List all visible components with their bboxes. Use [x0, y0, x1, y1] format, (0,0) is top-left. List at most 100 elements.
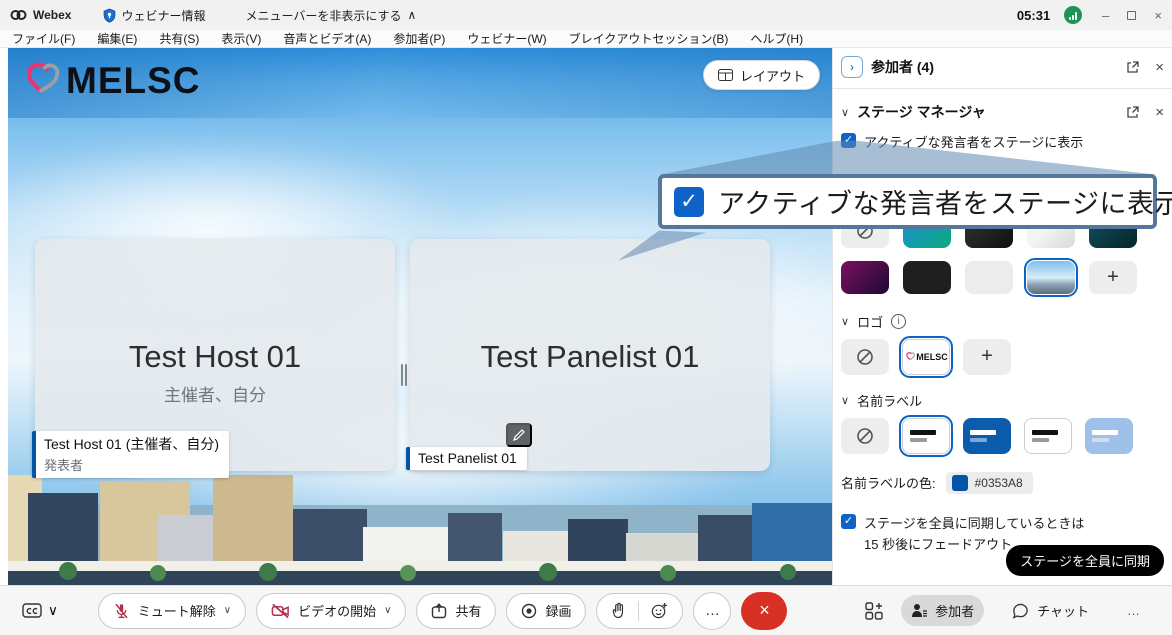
camera-off-icon	[271, 603, 290, 619]
sync-stage-button[interactable]: ステージを全員に同期	[1006, 545, 1164, 576]
participants-panel-title: 参加者 (4)	[871, 57, 934, 77]
name-label-style-4[interactable]	[1085, 418, 1133, 454]
tile-resize-handle[interactable]	[399, 358, 409, 392]
participants-panel-header: › 参加者 (4) ×	[839, 48, 1166, 86]
webex-window: Webex ウェビナー情報 メニューバーを非表示にする ∧ 05:31 – × …	[0, 0, 1172, 635]
start-video-button[interactable]: ビデオの開始 ∨	[256, 593, 406, 629]
window-minimize-button[interactable]: –	[1102, 9, 1109, 22]
menu-edit[interactable]: 編集(E)	[97, 30, 137, 47]
color-chip	[952, 475, 968, 491]
background-swatch-black[interactable]	[903, 261, 951, 294]
panel-divider	[833, 88, 1172, 89]
video-dropdown-icon[interactable]: ∨	[384, 605, 391, 616]
stage-manager-close-icon[interactable]: ×	[1155, 104, 1164, 121]
participants-icon	[911, 603, 927, 618]
callout-checkbox: ✓	[674, 187, 704, 217]
captions-button[interactable]: ∨	[22, 603, 58, 619]
background-add-button[interactable]: +	[1089, 261, 1137, 294]
participants-expand-button[interactable]: ›	[841, 56, 863, 78]
chat-bubble-icon	[1012, 603, 1029, 619]
menu-view[interactable]: 表示(V)	[221, 30, 261, 47]
edit-name-label-button[interactable]	[506, 423, 532, 447]
stage-manager-title: ステージ マネージャ	[857, 102, 986, 122]
name-label-panelist: Test Panelist 01	[406, 447, 527, 470]
name-label-host: Test Host 01 (主催者、自分) 発表者	[32, 431, 229, 478]
background-swatch-sky-selected[interactable]	[1027, 261, 1075, 294]
participants-close-icon[interactable]: ×	[1155, 59, 1164, 76]
callout-text: アクティブな発言者をステージに表示	[718, 182, 1172, 221]
hide-menubar-button[interactable]: メニューバーを非表示にする ∧	[245, 7, 416, 24]
control-bar: ∨ ミュート解除 ∨ ビデオの開始 ∨ 共有 録画	[0, 585, 1172, 635]
menu-share[interactable]: 共有(S)	[159, 30, 199, 47]
name-label-style-2[interactable]	[963, 418, 1011, 454]
zoom-callout: ✓ アクティブな発言者をステージに表示	[658, 174, 1157, 229]
active-speaker-checkbox[interactable]: ✓	[841, 133, 856, 148]
more-options-button[interactable]: …	[693, 592, 731, 630]
sync-fadeout-checkbox[interactable]: ✓	[841, 514, 856, 529]
unmute-button[interactable]: ミュート解除 ∨	[98, 593, 246, 629]
background-swatch-gray[interactable]	[965, 261, 1013, 294]
captions-icon	[22, 603, 42, 619]
stage-manager-popout-icon[interactable]	[1126, 106, 1139, 119]
name-label-section-header: ∨ 名前ラベル	[841, 391, 1164, 410]
reactions-group	[596, 593, 683, 629]
share-icon	[431, 603, 447, 619]
name-label-collapse-icon[interactable]: ∨	[841, 394, 849, 407]
logo-add-button[interactable]: +	[963, 339, 1011, 375]
leave-meeting-button[interactable]: ×	[741, 592, 787, 630]
stage-manager-collapse-icon[interactable]: ∨	[841, 106, 849, 119]
menu-webinar[interactable]: ウェビナー(W)	[467, 30, 546, 47]
apps-grid-icon	[865, 602, 883, 620]
content-region: MELSC レイアウト Test Host 01 主催者、自分 Test Pan…	[0, 48, 1172, 585]
layout-button[interactable]: レイアウト	[703, 60, 820, 90]
chat-toggle-button[interactable]: チャット	[1002, 595, 1099, 626]
meeting-timer: 05:31	[1017, 8, 1050, 23]
webex-logo-icon	[10, 9, 27, 21]
window-maximize-button[interactable]	[1127, 11, 1136, 20]
mute-dropdown-icon[interactable]: ∨	[224, 605, 231, 616]
menu-breakout[interactable]: ブレイクアウトセッション(B)	[569, 30, 729, 47]
logo-melsc-thumb-selected[interactable]: MELSC	[902, 339, 950, 375]
menu-help[interactable]: ヘルプ(H)	[750, 30, 803, 47]
webinar-info-button[interactable]: ウェビナー情報	[103, 7, 205, 24]
name-label-none-thumb[interactable]	[841, 418, 889, 454]
video-stage: MELSC レイアウト Test Host 01 主催者、自分 Test Pan…	[8, 48, 832, 585]
connection-quality-icon[interactable]	[1064, 6, 1082, 24]
record-button[interactable]: 録画	[506, 593, 586, 629]
share-button[interactable]: 共有	[416, 593, 496, 629]
logo-none-thumb[interactable]	[841, 339, 889, 375]
tile-panelist-name: Test Panelist 01	[410, 339, 770, 375]
menu-file[interactable]: ファイル(F)	[12, 30, 75, 47]
side-panel: › 参加者 (4) × ∨ ステージ マネージャ ×	[832, 48, 1172, 585]
logo-info-icon[interactable]: i	[891, 314, 906, 329]
apps-button[interactable]	[865, 602, 883, 620]
tile-host-name: Test Host 01	[35, 339, 395, 375]
background-swatch-purple[interactable]	[841, 261, 889, 294]
melsc-heart-icon	[904, 351, 916, 363]
reactions-smiley-icon[interactable]	[651, 602, 668, 619]
sync-fadeout-checkbox-row: ✓ ステージを全員に同期しているときは	[839, 512, 1166, 536]
none-icon	[856, 427, 874, 445]
chevron-up-icon: ∧	[408, 8, 417, 22]
sync-fadeout-label-line1: ステージを全員に同期しているときは	[864, 514, 1084, 534]
tile-host-role: 主催者、自分	[35, 381, 395, 406]
menubar: ファイル(F) 編集(E) 共有(S) 表示(V) 音声とビデオ(A) 参加者(…	[0, 30, 1172, 48]
participants-popout-icon[interactable]	[1126, 61, 1139, 74]
menu-audio-video[interactable]: 音声とビデオ(A)	[283, 30, 371, 47]
name-label-style-1-selected[interactable]	[902, 418, 950, 454]
participants-toggle-button[interactable]: 参加者	[901, 595, 984, 626]
logo-collapse-icon[interactable]: ∨	[841, 315, 849, 328]
name-label-color-picker[interactable]: #0353A8	[946, 472, 1033, 494]
titlebar: Webex ウェビナー情報 メニューバーを非表示にする ∧ 05:31 – ×	[0, 0, 1172, 30]
captions-dropdown-icon[interactable]: ∨	[48, 603, 58, 619]
raise-hand-icon[interactable]	[611, 602, 626, 619]
name-label-style-3[interactable]	[1024, 418, 1072, 454]
melsc-brand-logo: MELSC	[18, 58, 201, 104]
video-tile-panelist[interactable]: Test Panelist 01	[410, 239, 770, 471]
brand-text: MELSC	[66, 60, 201, 102]
menu-participants[interactable]: 参加者(P)	[393, 30, 445, 47]
record-icon	[521, 603, 537, 619]
app-title: Webex	[33, 8, 71, 22]
more-panels-button[interactable]: …	[1117, 597, 1150, 624]
window-close-button[interactable]: ×	[1154, 9, 1162, 22]
